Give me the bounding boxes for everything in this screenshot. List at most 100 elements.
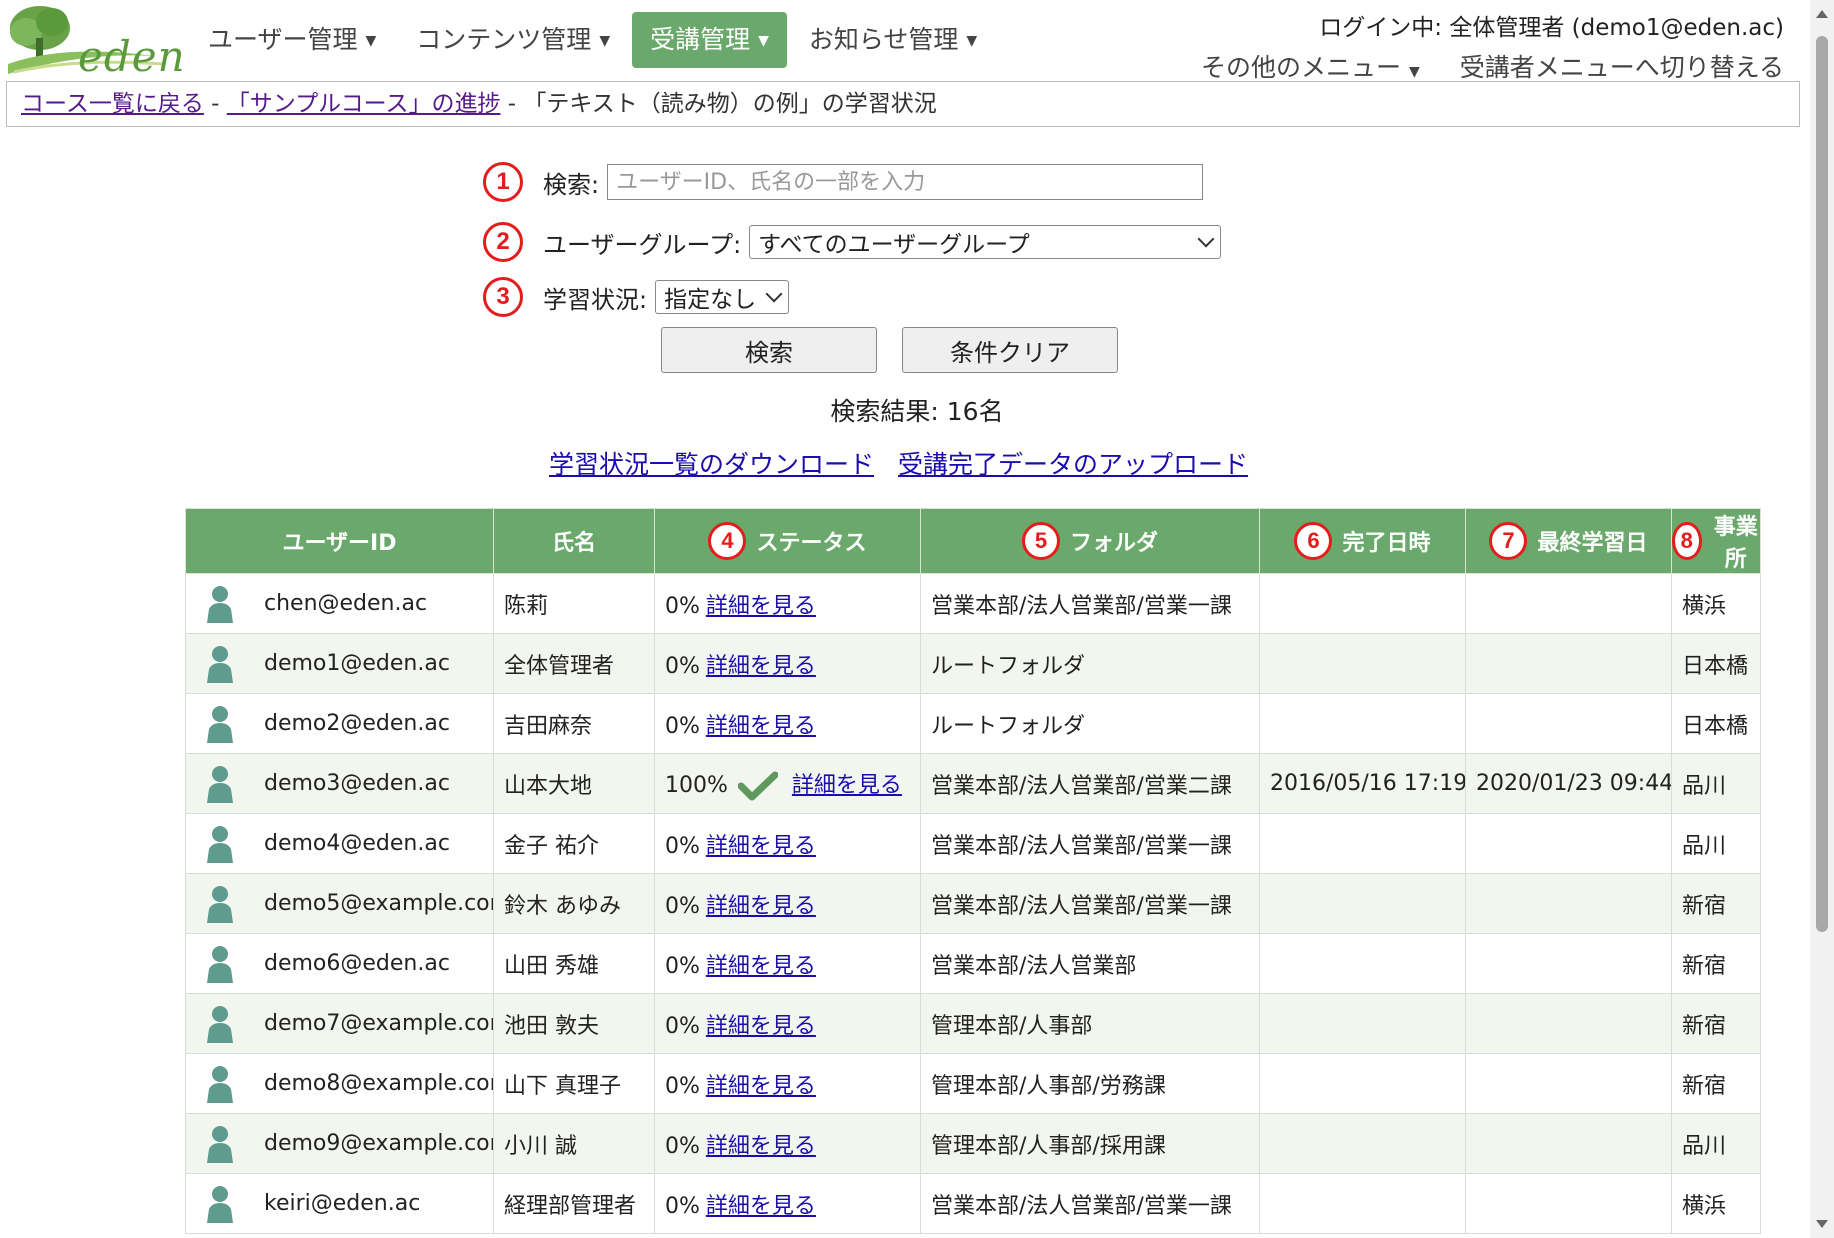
column-header-label: 完了日時	[1342, 531, 1431, 556]
user-id-wrap: demo8@example.com	[196, 1065, 493, 1103]
eden-logo[interactable]: eden	[4, 2, 185, 81]
progress-percent: 0%	[665, 893, 700, 919]
table-row: keiri@eden.ac 経理部管理者 0% 詳細を見る 営業本部/法人営業部/営業一…	[185, 1173, 1761, 1234]
user-id-wrap: demo4@eden.ac	[196, 825, 483, 863]
detail-link[interactable]: 詳細を見る	[792, 773, 902, 798]
nav-course-management[interactable]: 受講管理 ▼	[632, 12, 787, 68]
detail-link[interactable]: 詳細を見る	[706, 594, 816, 619]
user-id-wrap: demo6@eden.ac	[196, 945, 483, 983]
cell-last-studied	[1465, 813, 1672, 874]
cell-user-id: chen@eden.ac	[185, 573, 494, 634]
breadcrumb-current: 「テキスト（読み物）の例」の学習状況	[523, 91, 937, 117]
cell-office: 新宿	[1671, 1053, 1761, 1114]
user-group-row: 2 ユーザーグループ: すべてのユーザーグループ	[483, 222, 1222, 262]
vertical-scrollbar[interactable]	[1810, 0, 1834, 1238]
user-id: demo5@example.com	[264, 891, 494, 916]
table-row: chen@eden.ac 陈莉 0% 詳細を見る 営業本部/法人営業部/営業一課 横浜	[185, 573, 1761, 634]
scroll-down-arrow-icon[interactable]	[1816, 1220, 1828, 1228]
progress-percent: 0%	[665, 1013, 700, 1039]
user-icon	[204, 1125, 236, 1163]
cell-last-studied	[1465, 693, 1672, 754]
status-filter-value: 指定なし	[664, 287, 757, 313]
cell-name: 陈莉	[493, 573, 655, 634]
table-row: demo9@example.com 小川 誠 0% 詳細を見る 管理本部/人事部/採用課…	[185, 1113, 1761, 1174]
table-row: demo8@example.com 山下 真理子 0% 詳細を見る 管理本部/人事部/労…	[185, 1053, 1761, 1114]
user-icon	[204, 645, 236, 683]
nav-label: ユーザー管理	[208, 25, 358, 54]
column-header: 5 フォルダ	[920, 508, 1260, 574]
cell-status: 0% 詳細を見る	[654, 873, 921, 934]
cell-completed-at	[1259, 813, 1466, 874]
column-header: 4 ステータス	[654, 508, 921, 574]
cell-office: 品川	[1671, 753, 1761, 814]
cell-user-id: demo3@eden.ac	[185, 753, 494, 814]
status-filter-select[interactable]: 指定なし	[655, 280, 790, 314]
cell-name: 池田 敦夫	[493, 993, 655, 1054]
upload-completion-link[interactable]: 受講完了データのアップロード	[898, 445, 1248, 481]
table-row: demo6@eden.ac 山田 秀雄 0% 詳細を見る 営業本部/法人営業部 新宿	[185, 933, 1761, 994]
column-header: 7 最終学習日	[1465, 508, 1672, 574]
cell-last-studied	[1465, 933, 1672, 994]
user-icon	[204, 825, 236, 863]
user-icon	[204, 1065, 236, 1103]
cell-user-id: demo9@example.com	[185, 1113, 494, 1174]
chevron-down-icon	[1197, 230, 1215, 248]
clear-button[interactable]: 条件クリア	[902, 327, 1118, 373]
scroll-up-arrow-icon[interactable]	[1816, 10, 1828, 18]
caret-down-icon: ▼	[758, 33, 769, 49]
switch-learner-menu-link[interactable]: 受講者メニューへ切り替える	[1460, 48, 1784, 84]
user-icon	[204, 885, 236, 923]
user-id: demo2@eden.ac	[264, 711, 450, 736]
user-group-select[interactable]: すべてのユーザーグループ	[749, 225, 1222, 259]
column-header-label: ステータス	[756, 531, 867, 556]
detail-link[interactable]: 詳細を見る	[706, 1074, 816, 1099]
nav-content-management[interactable]: コンテンツ管理 ▼	[398, 12, 628, 68]
search-input[interactable]	[607, 164, 1204, 200]
login-status: ログイン中: 全体管理者 (demo1@eden.ac)	[1319, 15, 1784, 41]
cell-last-studied	[1465, 1173, 1672, 1234]
detail-link[interactable]: 詳細を見る	[706, 1194, 816, 1219]
header: eden ユーザー管理 ▼ コンテンツ管理 ▼ 受講管理 ▼ お知らせ管理 ▼ ログイン…	[0, 0, 1834, 82]
detail-link[interactable]: 詳細を見る	[706, 714, 816, 739]
column-header-content: 氏名	[494, 525, 654, 557]
search-button[interactable]: 検索	[661, 327, 877, 373]
cell-name: 鈴木 あゆみ	[493, 873, 655, 934]
detail-link[interactable]: 詳細を見る	[706, 954, 816, 979]
column-header: ユーザーID	[185, 508, 494, 574]
detail-link[interactable]: 詳細を見る	[706, 894, 816, 919]
marker-6: 6	[1294, 522, 1333, 560]
breadcrumb-course-list-link[interactable]: コース一覧に戻る	[21, 91, 204, 117]
detail-link[interactable]: 詳細を見る	[706, 1014, 816, 1039]
detail-link[interactable]: 詳細を見る	[706, 654, 816, 679]
caret-down-icon: ▼	[966, 33, 978, 49]
breadcrumb-progress-link[interactable]: 「サンプルコース」の進捗	[227, 91, 501, 117]
cell-user-id: demo1@eden.ac	[185, 633, 494, 694]
cell-office: 横浜	[1671, 573, 1761, 634]
other-menu-dropdown[interactable]: その他のメニュー ▼	[1201, 48, 1420, 84]
detail-link[interactable]: 詳細を見る	[706, 834, 816, 859]
user-id-wrap: demo2@eden.ac	[196, 705, 483, 743]
cell-last-studied	[1465, 573, 1672, 634]
cell-office: 品川	[1671, 813, 1761, 874]
user-id-wrap: demo7@example.com	[196, 1005, 493, 1043]
column-header-content: 7 最終学習日	[1466, 522, 1671, 560]
user-group-value: すべてのユーザーグループ	[758, 232, 1030, 258]
nav-user-management[interactable]: ユーザー管理 ▼	[190, 12, 394, 68]
cell-user-id: demo8@example.com	[185, 1053, 494, 1114]
detail-link[interactable]: 詳細を見る	[706, 1134, 816, 1159]
cell-office: 新宿	[1671, 873, 1761, 934]
cell-last-studied: 2020/01/23 09:44	[1465, 753, 1672, 814]
user-icon	[204, 765, 236, 803]
cell-name: 金子 祐介	[493, 813, 655, 874]
table-row: demo2@eden.ac 吉田麻奈 0% 詳細を見る ルートフォルダ 日本橋	[185, 693, 1761, 754]
cell-status: 0% 詳細を見る	[654, 993, 921, 1054]
user-id: demo6@eden.ac	[264, 951, 450, 976]
cell-name: 小川 誠	[493, 1113, 655, 1174]
user-id: demo3@eden.ac	[264, 771, 450, 796]
cell-name: 経理部管理者	[493, 1173, 655, 1234]
nav-notice-management[interactable]: お知らせ管理 ▼	[791, 12, 995, 68]
user-id: demo8@example.com	[264, 1071, 494, 1096]
scroll-thumb[interactable]	[1816, 36, 1828, 932]
cell-status: 0% 詳細を見る	[654, 573, 921, 634]
download-status-link[interactable]: 学習状況一覧のダウンロード	[549, 445, 874, 481]
